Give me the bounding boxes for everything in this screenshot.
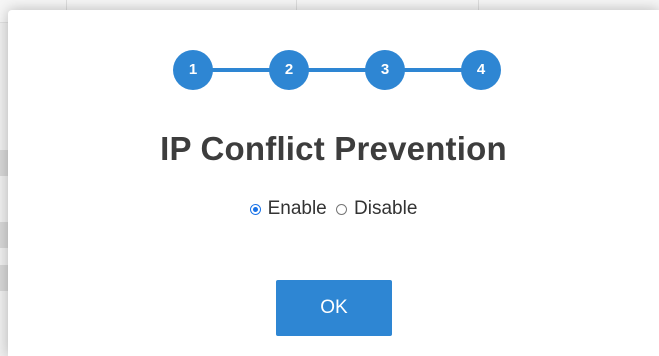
enable-option[interactable]: Enable: [249, 198, 327, 220]
stepper-line: [193, 68, 489, 72]
step-1-circle: 1: [173, 50, 213, 90]
step-2-circle: 2: [269, 50, 309, 90]
enable-disable-radio-group: Enable Disable: [8, 198, 659, 221]
disable-option[interactable]: Disable: [336, 198, 417, 220]
disable-radio[interactable]: [336, 203, 348, 215]
ok-button[interactable]: OK: [276, 280, 392, 336]
enable-label: Enable: [267, 198, 327, 219]
enable-radio[interactable]: [249, 203, 261, 215]
ip-conflict-dialog: 1 2 3 4 IP Conflict Prevention Enable Di…: [8, 10, 659, 356]
wizard-stepper: 1 2 3 4: [173, 50, 509, 90]
step-3-circle: 3: [365, 50, 405, 90]
dialog-title: IP Conflict Prevention: [160, 130, 507, 167]
disable-label: Disable: [354, 198, 418, 219]
step-4-circle: 4: [461, 50, 501, 90]
